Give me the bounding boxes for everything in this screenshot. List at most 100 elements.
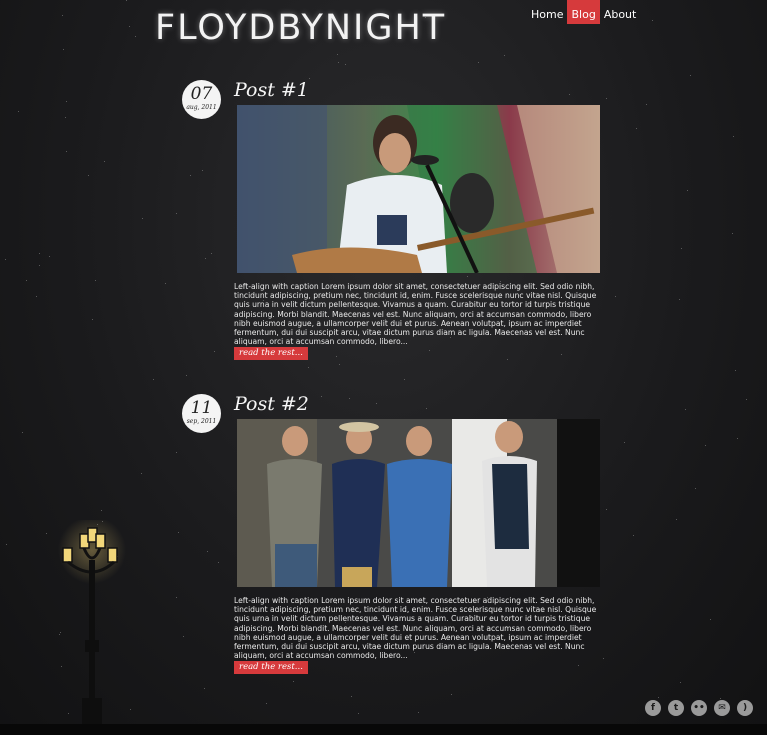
star (190, 175, 191, 176)
star (141, 473, 142, 474)
star (66, 151, 67, 152)
post-title[interactable]: Post #2 (234, 393, 309, 415)
star (478, 62, 479, 63)
read-more-button[interactable]: read the rest... (234, 347, 308, 360)
facebook-icon[interactable]: f (645, 700, 661, 716)
star (681, 248, 682, 249)
star (376, 403, 377, 404)
star (606, 509, 607, 510)
star (690, 75, 691, 76)
star (293, 681, 294, 682)
star (633, 535, 634, 536)
star (695, 488, 696, 489)
date-badge: 11 sep, 2011 (182, 394, 221, 433)
star (135, 36, 136, 37)
star (153, 379, 154, 380)
star (646, 104, 647, 105)
star (130, 709, 131, 710)
star (176, 213, 177, 214)
star (426, 408, 427, 409)
star (351, 696, 352, 697)
star (652, 20, 653, 21)
star (451, 694, 452, 695)
star (606, 98, 607, 99)
date-badge: 07 aug, 2011 (182, 80, 221, 119)
star (36, 296, 37, 297)
nav-blog[interactable]: Blog (567, 0, 600, 24)
twitter-icon[interactable]: t (668, 700, 684, 716)
star (214, 351, 215, 352)
star (349, 398, 350, 399)
star (218, 562, 219, 563)
star (129, 26, 130, 27)
star (63, 49, 64, 50)
star (204, 688, 205, 689)
star (685, 409, 686, 410)
star (676, 519, 677, 520)
star (186, 375, 187, 376)
star (104, 161, 105, 162)
star (321, 396, 322, 397)
star (578, 665, 579, 666)
star (95, 280, 96, 281)
star (680, 682, 681, 683)
star (205, 258, 206, 259)
star (176, 597, 177, 598)
star (142, 218, 143, 219)
star (92, 319, 93, 320)
star (39, 253, 40, 254)
flickr-icon[interactable]: •• (691, 700, 707, 716)
main-nav: Home Blog About (527, 0, 640, 24)
star (636, 128, 637, 129)
nav-about[interactable]: About (600, 0, 641, 24)
star (735, 370, 736, 371)
star (202, 170, 203, 171)
post-excerpt: Left-align with caption Lorem ipsum dolo… (234, 596, 597, 661)
star (46, 533, 47, 534)
star (732, 233, 733, 234)
star (467, 276, 468, 277)
post-title[interactable]: Post #1 (234, 79, 309, 101)
star (126, 0, 127, 1)
star (737, 438, 738, 439)
star (66, 101, 67, 102)
star (183, 636, 184, 637)
star (561, 354, 562, 355)
date-month: sep, 2011 (186, 418, 217, 425)
star (5, 259, 6, 260)
post-excerpt: Left-align with caption Lorem ipsum dolo… (234, 282, 597, 347)
star (658, 697, 659, 698)
social-links: f t •• ✉ ) (645, 700, 753, 716)
ground-strip (0, 724, 767, 735)
star (337, 54, 338, 55)
post-image-performer[interactable] (237, 105, 600, 273)
star (22, 432, 23, 433)
star (507, 359, 508, 360)
star (26, 280, 27, 281)
star (65, 117, 66, 118)
star (720, 698, 721, 699)
star (569, 94, 570, 95)
email-icon[interactable]: ✉ (714, 700, 730, 716)
star (733, 136, 734, 137)
read-more-button[interactable]: read the rest... (234, 661, 308, 674)
star (429, 350, 430, 351)
street-lamp-illustration (58, 516, 128, 730)
post-image-band[interactable] (237, 419, 600, 587)
star (308, 367, 309, 368)
date-month: aug, 2011 (186, 104, 217, 111)
star (266, 703, 267, 704)
rss-icon[interactable]: ) (737, 700, 753, 716)
star (345, 64, 346, 65)
star (6, 544, 7, 545)
site-logo[interactable]: FLOYDBYNIGHT (155, 8, 446, 48)
star (88, 175, 89, 176)
star (603, 658, 604, 659)
star (207, 551, 208, 552)
star (679, 299, 680, 300)
nav-home[interactable]: Home (527, 0, 567, 24)
star (165, 283, 166, 284)
star (176, 452, 177, 453)
star (338, 62, 339, 63)
date-day: 07 (190, 84, 213, 104)
